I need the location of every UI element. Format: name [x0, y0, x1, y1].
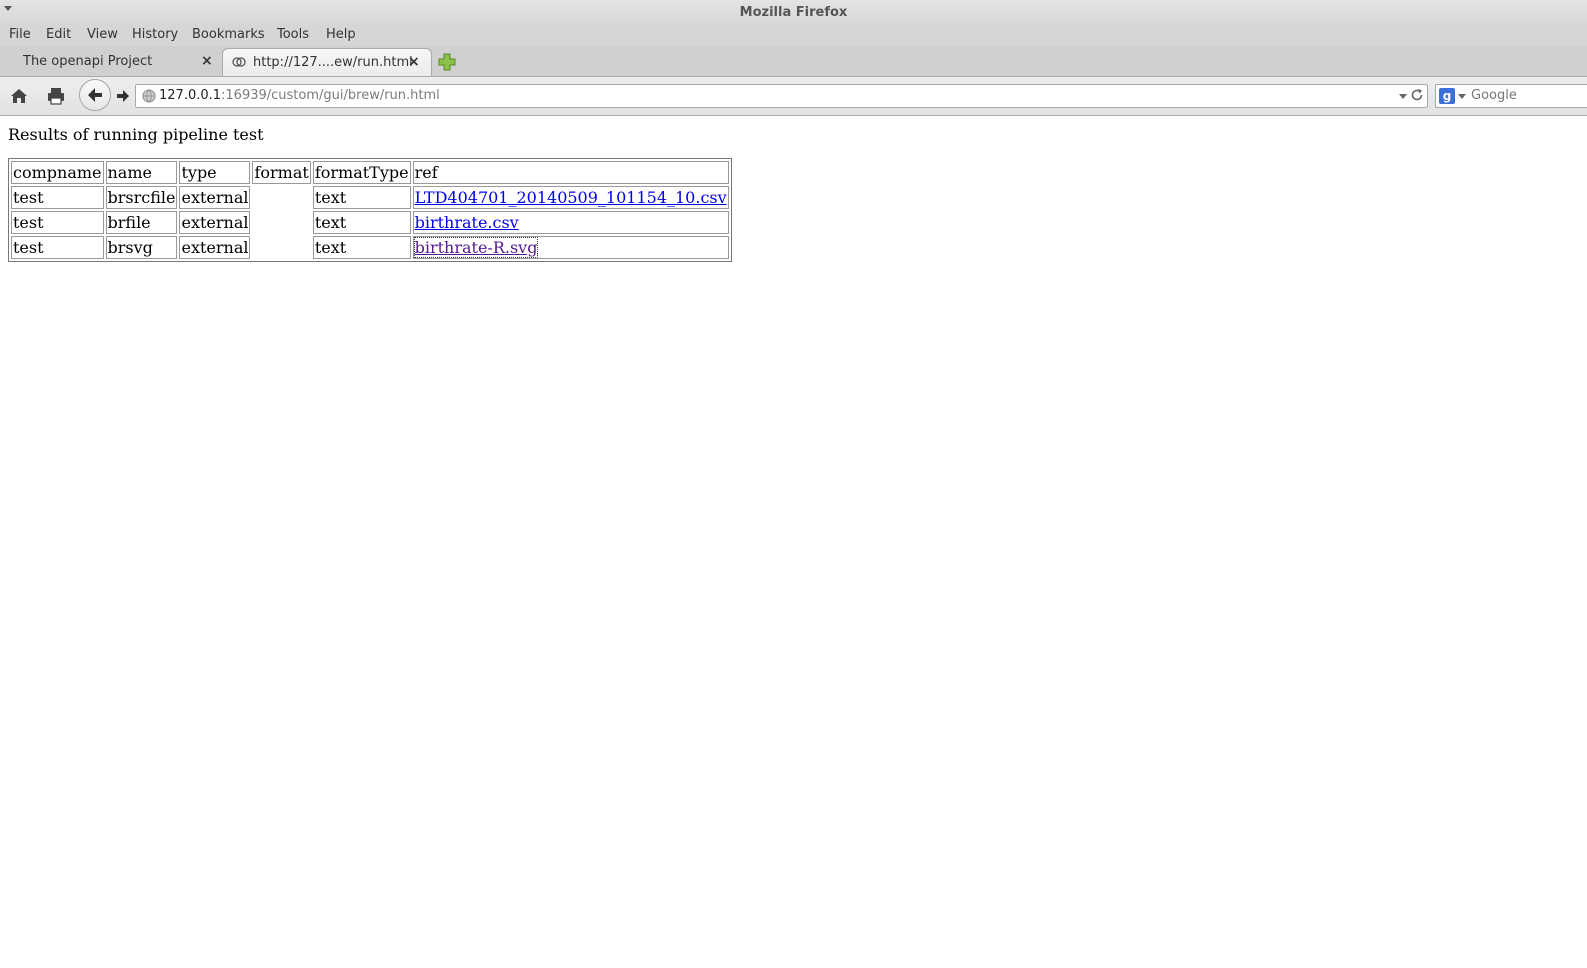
column-header: ref [412, 161, 729, 184]
globe-icon [142, 89, 156, 103]
url-bar[interactable]: 127.0.0.1:16939/custom/gui/brew/run.html [135, 84, 1428, 108]
forward-icon[interactable] [112, 85, 134, 107]
menu-help[interactable]: Help [326, 27, 356, 42]
url-text: 127.0.0.1:16939/custom/gui/brew/run.html [159, 88, 440, 103]
back-button[interactable] [79, 79, 111, 111]
navigation-toolbar: 127.0.0.1:16939/custom/gui/brew/run.html… [0, 77, 1587, 116]
menu-view[interactable]: View [87, 27, 118, 42]
reload-icon[interactable] [1409, 87, 1425, 103]
menu-bookmarks[interactable]: Bookmarks [192, 27, 265, 42]
back-icon [88, 88, 102, 102]
google-icon[interactable]: g [1439, 88, 1455, 104]
favicon-icon [232, 57, 246, 67]
tab-run-html[interactable]: http://127....ew/run.html × [222, 48, 432, 76]
cell-compname: test [11, 236, 104, 259]
menu-edit[interactable]: Edit [46, 27, 71, 42]
page-content: Results of running pipeline test compnam… [0, 116, 1587, 968]
ref-link[interactable]: birthrate.csv [415, 213, 519, 232]
url-path: :16939/custom/gui/brew/run.html [221, 88, 440, 103]
cell-name: brfile [105, 211, 178, 234]
table-row: test brsrcfile external text LTD404701_2… [11, 186, 729, 209]
column-header: compname [11, 161, 104, 184]
column-header: format [252, 161, 311, 184]
cell-name: brsvg [105, 236, 178, 259]
cell-format [252, 186, 310, 209]
menu-bar: File Edit View History Bookmarks Tools H… [0, 26, 1587, 46]
cell-type: external [179, 211, 251, 234]
page-heading: Results of running pipeline test [8, 125, 264, 144]
cell-compname: test [11, 211, 104, 234]
new-tab-icon[interactable] [438, 53, 456, 71]
cell-ref: birthrate.csv [412, 211, 729, 234]
results-table: compname name type format formatType ref… [8, 158, 732, 262]
search-placeholder: Google [1471, 88, 1517, 103]
menu-tools[interactable]: Tools [277, 27, 309, 42]
search-bar[interactable]: g Google [1435, 84, 1587, 108]
cell-formattype: text [312, 211, 411, 234]
url-host: 127.0.0.1 [159, 88, 222, 103]
print-icon[interactable] [45, 85, 67, 107]
menu-history[interactable]: History [132, 27, 178, 42]
cell-format [252, 236, 310, 259]
cell-ref: birthrate-R.svg [412, 236, 729, 259]
close-icon[interactable]: × [201, 53, 213, 69]
column-header: name [105, 161, 178, 184]
tab-openapi-project[interactable]: The openapi Project × [8, 48, 216, 75]
cell-type: external [179, 236, 251, 259]
table-row: test brsvg external text birthrate-R.svg [11, 236, 729, 259]
title-bar: Mozilla Firefox [0, 0, 1587, 26]
home-icon[interactable] [8, 85, 30, 107]
cell-format [252, 211, 310, 234]
cell-ref: LTD404701_20140509_101154_10.csv [412, 186, 729, 209]
tab-label: The openapi Project [23, 54, 153, 69]
column-header: formatType [312, 161, 411, 184]
cell-formattype: text [312, 186, 411, 209]
ref-link[interactable]: birthrate-R.svg [413, 237, 539, 258]
window-title: Mozilla Firefox [739, 5, 848, 20]
search-engine-dropdown-icon[interactable] [1458, 94, 1466, 99]
menu-file[interactable]: File [9, 27, 31, 42]
close-icon[interactable]: × [408, 54, 420, 70]
tab-label: http://127....ew/run.html [253, 55, 413, 70]
tab-strip: The openapi Project × http://127....ew/r… [0, 46, 1587, 77]
cell-name: brsrcfile [105, 186, 178, 209]
ref-link[interactable]: LTD404701_20140509_101154_10.csv [415, 188, 727, 207]
column-header: type [179, 161, 251, 184]
cell-type: external [179, 186, 251, 209]
dropdown-icon[interactable] [1399, 94, 1407, 99]
cell-formattype: text [312, 236, 411, 259]
table-row: test brfile external text birthrate.csv [11, 211, 729, 234]
cell-compname: test [11, 186, 104, 209]
table-header-row: compname name type format formatType ref [11, 161, 729, 184]
